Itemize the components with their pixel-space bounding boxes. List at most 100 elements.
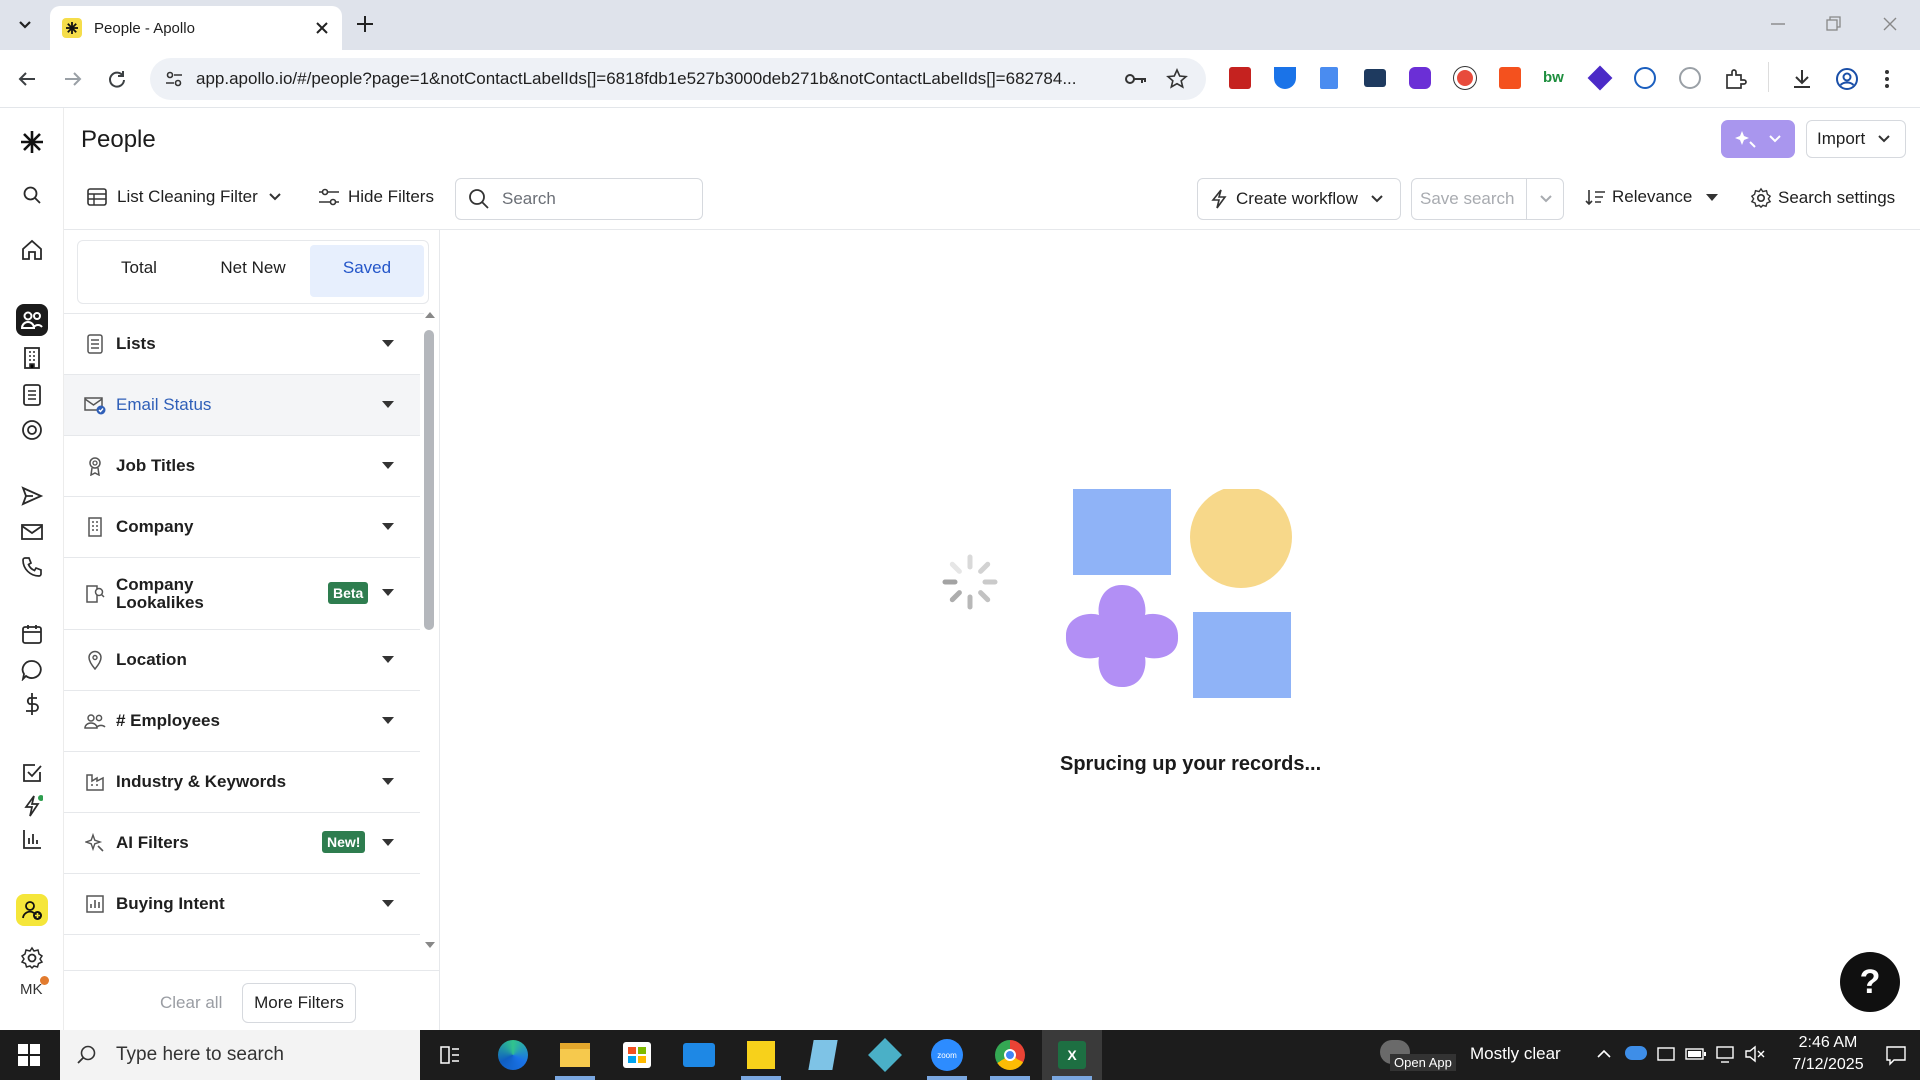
- chevron-down-icon[interactable]: [1539, 192, 1553, 206]
- save-search-button[interactable]: Save search: [1411, 178, 1564, 220]
- microsoft-store-icon[interactable]: [620, 1038, 654, 1072]
- search-settings-button[interactable]: Search settings: [1750, 187, 1895, 209]
- analytics-chart-icon[interactable]: [16, 823, 48, 855]
- search-nav-icon[interactable]: [16, 179, 48, 211]
- clear-all-button[interactable]: Clear all: [160, 993, 222, 1013]
- tab-saved[interactable]: Saved: [310, 245, 424, 297]
- invite-user-icon[interactable]: [16, 894, 48, 926]
- filter-company-lookalikes[interactable]: Company Lookalikes Beta: [64, 558, 420, 630]
- filter-buying-intent[interactable]: Buying Intent: [64, 874, 420, 935]
- layers-extension-icon[interactable]: [1587, 65, 1613, 91]
- sort-relevance-dropdown[interactable]: Relevance: [1584, 187, 1719, 207]
- open-app-tooltip[interactable]: Open App: [1390, 1054, 1456, 1071]
- network-icon[interactable]: [1715, 1044, 1737, 1064]
- workflows-lightning-icon[interactable]: [16, 790, 48, 822]
- new-tab-icon[interactable]: [354, 13, 376, 35]
- hide-filters-button[interactable]: Hide Filters: [318, 187, 434, 207]
- people-search-box[interactable]: [455, 178, 703, 220]
- sequences-send-icon[interactable]: [16, 480, 48, 512]
- people-nav-icon[interactable]: [16, 304, 48, 336]
- filter-email-status[interactable]: Email Status: [64, 375, 420, 436]
- tab-net-new[interactable]: Net New: [196, 245, 310, 297]
- reload-icon[interactable]: [104, 66, 130, 92]
- back-icon[interactable]: [14, 66, 40, 92]
- meetings-calendar-icon[interactable]: [16, 618, 48, 650]
- close-window-icon[interactable]: [1880, 14, 1900, 34]
- file-explorer-icon[interactable]: [558, 1038, 592, 1072]
- home-icon[interactable]: [16, 234, 48, 266]
- battery-icon[interactable]: [1685, 1047, 1707, 1061]
- scroll-up-icon[interactable]: [425, 312, 435, 318]
- volume-muted-icon[interactable]: [1744, 1044, 1766, 1064]
- filter-ai-filters[interactable]: AI Filters New!: [64, 813, 420, 874]
- vpn-app-icon[interactable]: [868, 1038, 902, 1072]
- list-cleaning-filter-dropdown[interactable]: List Cleaning Filter: [87, 187, 282, 207]
- minimize-icon[interactable]: [1768, 14, 1788, 34]
- browser-menu-icon[interactable]: [1882, 67, 1892, 91]
- scroll-down-icon[interactable]: [425, 942, 435, 948]
- filter-industry-keywords[interactable]: Industry & Keywords: [64, 752, 420, 813]
- browser-tab[interactable]: People - Apollo: [50, 6, 342, 50]
- help-button[interactable]: ?: [1840, 952, 1900, 1012]
- tab-list-dropdown-icon[interactable]: [14, 14, 36, 36]
- sticky-notes-icon[interactable]: [744, 1038, 778, 1072]
- percent-extension-icon[interactable]: [1499, 67, 1521, 89]
- record-extension-icon[interactable]: [1409, 67, 1431, 89]
- bw-extension-icon[interactable]: bw: [1543, 69, 1564, 86]
- filter-employees[interactable]: # Employees: [64, 691, 420, 752]
- user-avatar[interactable]: MK: [20, 981, 43, 998]
- clock-date[interactable]: 7/12/2025: [1778, 1056, 1878, 1074]
- filter-location[interactable]: Location: [64, 630, 420, 691]
- mail-app-icon[interactable]: [682, 1038, 716, 1072]
- conversations-chat-icon[interactable]: [16, 654, 48, 686]
- import-button[interactable]: Import: [1806, 120, 1906, 158]
- more-filters-button[interactable]: More Filters: [242, 983, 356, 1023]
- close-tab-icon[interactable]: [314, 20, 330, 36]
- notepad-icon[interactable]: [806, 1038, 840, 1072]
- react-extension-icon[interactable]: [1634, 67, 1656, 89]
- password-key-icon[interactable]: [1124, 69, 1148, 89]
- meet-now-icon[interactable]: [1656, 1044, 1676, 1064]
- docs-extension-icon[interactable]: [1320, 67, 1338, 89]
- apollo-logo-icon[interactable]: [16, 126, 48, 158]
- lists-nav-icon[interactable]: [16, 379, 48, 411]
- screen-extension-icon[interactable]: [1364, 69, 1386, 87]
- companies-nav-icon[interactable]: [16, 342, 48, 374]
- filter-lists[interactable]: Lists: [64, 314, 420, 375]
- windows-start-icon[interactable]: [18, 1044, 40, 1066]
- extensions-puzzle-icon[interactable]: [1723, 67, 1747, 91]
- zoom-app-icon[interactable]: zoom: [930, 1038, 964, 1072]
- notification-center-icon[interactable]: [1885, 1044, 1907, 1066]
- weather-text[interactable]: Mostly clear: [1470, 1044, 1561, 1064]
- ai-assistant-button[interactable]: [1721, 120, 1795, 158]
- website-visitors-icon[interactable]: [16, 414, 48, 446]
- site-info-icon[interactable]: [164, 69, 184, 89]
- filter-company[interactable]: Company: [64, 497, 420, 558]
- bookmark-star-icon[interactable]: [1166, 68, 1188, 90]
- task-view-icon[interactable]: [433, 1038, 467, 1072]
- compass-extension-icon[interactable]: [1679, 67, 1701, 89]
- onedrive-cloud-icon[interactable]: [1625, 1046, 1647, 1060]
- pokeball-extension-icon[interactable]: [1454, 67, 1476, 89]
- pdf-extension-icon[interactable]: [1229, 67, 1251, 89]
- chrome-browser-icon[interactable]: [993, 1038, 1027, 1072]
- settings-gear-icon[interactable]: [16, 942, 48, 974]
- show-hidden-icons-chevron-icon[interactable]: [1596, 1046, 1612, 1062]
- clock-time[interactable]: 2:46 AM: [1788, 1034, 1868, 1052]
- shield-extension-icon[interactable]: [1274, 67, 1296, 89]
- search-input[interactable]: [502, 189, 692, 209]
- download-icon[interactable]: [1790, 67, 1814, 91]
- deals-dollar-icon[interactable]: [16, 688, 48, 720]
- tab-total[interactable]: Total: [82, 245, 196, 297]
- restore-icon[interactable]: [1823, 14, 1843, 34]
- filter-scrollbar-thumb[interactable]: [424, 330, 434, 630]
- edge-browser-icon[interactable]: [496, 1038, 530, 1072]
- profile-icon[interactable]: [1835, 67, 1859, 91]
- address-bar[interactable]: app.apollo.io/#/people?page=1&notContact…: [150, 58, 1206, 100]
- tasks-checkbox-icon[interactable]: [16, 757, 48, 789]
- create-workflow-button[interactable]: Create workflow: [1197, 178, 1401, 220]
- taskbar-search-box[interactable]: Type here to search: [60, 1030, 420, 1080]
- phone-nav-icon[interactable]: [16, 551, 48, 583]
- filter-job-titles[interactable]: Job Titles: [64, 436, 420, 497]
- excel-app-icon[interactable]: X: [1055, 1038, 1089, 1072]
